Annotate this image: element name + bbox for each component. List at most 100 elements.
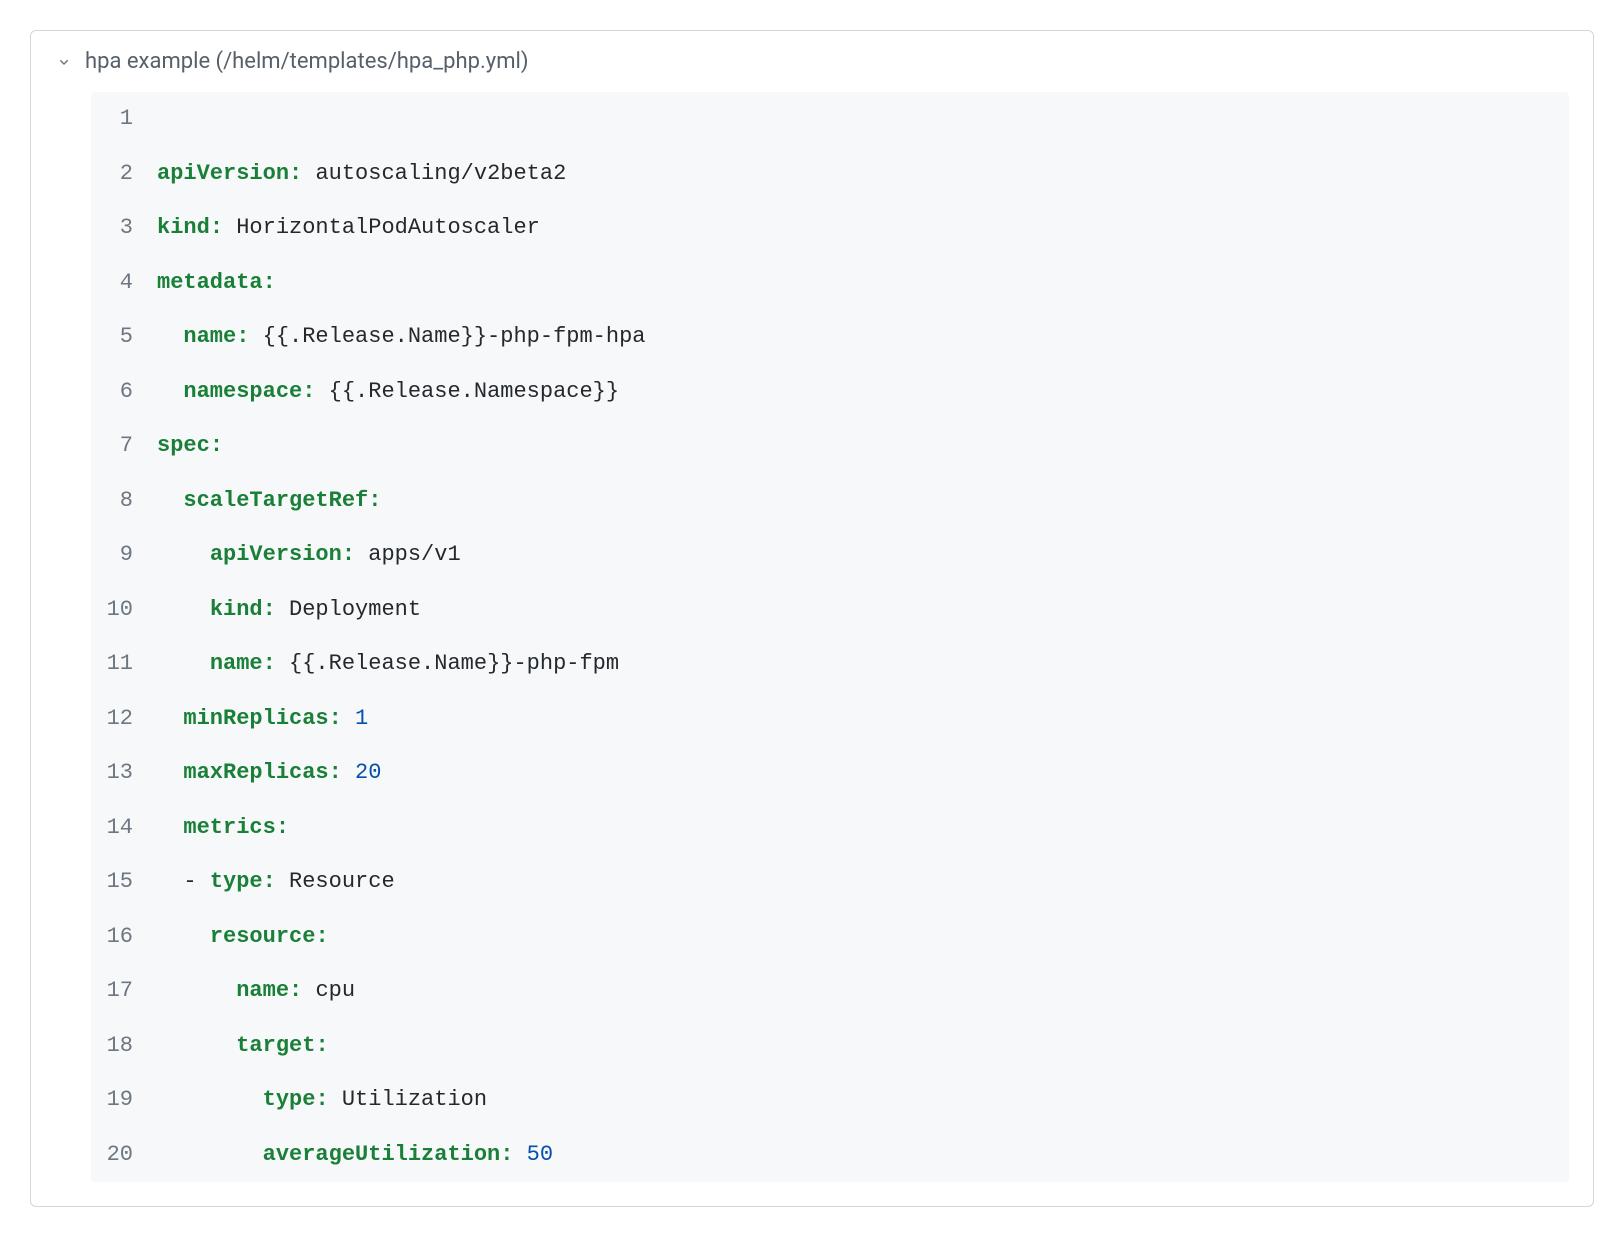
code-token (157, 978, 236, 1003)
code-token: scaleTargetRef (183, 488, 368, 513)
code-token (342, 760, 355, 785)
code-token (157, 379, 183, 404)
panel-header[interactable]: hpa example (/helm/templates/hpa_php.yml… (31, 31, 1593, 92)
code-row: 3kind: HorizontalPodAutoscaler (91, 201, 1569, 256)
code-line[interactable]: kind: HorizontalPodAutoscaler (147, 201, 1569, 256)
code-row: 2apiVersion: autoscaling/v2beta2 (91, 147, 1569, 202)
code-line[interactable]: apiVersion: apps/v1 (147, 528, 1569, 583)
code-row: 19 type: Utilization (91, 1073, 1569, 1128)
code-row: 14 metrics: (91, 801, 1569, 856)
code-token: : (342, 542, 355, 567)
code-token: : (236, 324, 249, 349)
code-row: 10 kind: Deployment (91, 583, 1569, 638)
code-line[interactable]: name: cpu (147, 964, 1569, 1019)
code-token: HorizontalPodAutoscaler (236, 215, 540, 240)
code-token: Utilization (342, 1087, 487, 1112)
line-number: 19 (91, 1073, 147, 1128)
code-row: 6 namespace: {{.Release.Namespace}} (91, 365, 1569, 420)
code-line[interactable]: scaleTargetRef: (147, 474, 1569, 529)
code-row: 20 averageUtilization: 50 (91, 1128, 1569, 1183)
code-token: : (315, 924, 328, 949)
line-number: 4 (91, 256, 147, 311)
code-token: maxReplicas (183, 760, 328, 785)
code-line[interactable] (147, 92, 1569, 147)
code-token: : (315, 1033, 328, 1058)
code-line[interactable]: name: {{.Release.Name}}-php-fpm-hpa (147, 310, 1569, 365)
code-token (355, 542, 368, 567)
code-token: Resource (289, 869, 395, 894)
code-token: apps/v1 (368, 542, 460, 567)
code-token (157, 760, 183, 785)
code-line[interactable]: target: (147, 1019, 1569, 1074)
code-token: : (263, 651, 276, 676)
code-token: 1 (355, 706, 368, 731)
code-line[interactable]: apiVersion: autoscaling/v2beta2 (147, 147, 1569, 202)
code-token: name (210, 651, 263, 676)
code-token (157, 651, 210, 676)
code-token: kind (210, 597, 263, 622)
code-token (157, 324, 183, 349)
code-token (276, 869, 289, 894)
code-row: 5 name: {{.Release.Name}}-php-fpm-hpa (91, 310, 1569, 365)
code-block: 1 2apiVersion: autoscaling/v2beta23kind:… (91, 92, 1569, 1182)
code-token: 50 (527, 1142, 553, 1167)
code-line[interactable]: metadata: (147, 256, 1569, 311)
code-line[interactable]: name: {{.Release.Name}}-php-fpm (147, 637, 1569, 692)
code-line[interactable]: averageUtilization: 50 (147, 1128, 1569, 1183)
code-row: 15 - type: Resource (91, 855, 1569, 910)
code-token (223, 215, 236, 240)
code-token: type (210, 869, 263, 894)
code-line[interactable]: maxReplicas: 20 (147, 746, 1569, 801)
code-token (157, 488, 183, 513)
code-token (157, 706, 183, 731)
code-token: {{.Release.Namespace}} (329, 379, 619, 404)
code-token: : (289, 978, 302, 1003)
code-line[interactable]: spec: (147, 419, 1569, 474)
code-token: : (302, 379, 315, 404)
line-number: 6 (91, 365, 147, 420)
code-row: 7spec: (91, 419, 1569, 474)
code-token: Deployment (289, 597, 421, 622)
code-token: spec (157, 433, 210, 458)
chevron-down-icon (55, 53, 73, 71)
code-token (315, 379, 328, 404)
line-number: 15 (91, 855, 147, 910)
code-line[interactable]: minReplicas: 1 (147, 692, 1569, 747)
code-token: : (289, 161, 302, 186)
code-line[interactable]: kind: Deployment (147, 583, 1569, 638)
code-token: resource (210, 924, 316, 949)
line-number: 20 (91, 1128, 147, 1183)
code-row: 17 name: cpu (91, 964, 1569, 1019)
code-token: metadata (157, 270, 263, 295)
line-number: 11 (91, 637, 147, 692)
code-token (276, 597, 289, 622)
code-token: : (276, 815, 289, 840)
code-token (249, 324, 262, 349)
code-line[interactable]: namespace: {{.Release.Namespace}} (147, 365, 1569, 420)
code-line[interactable]: type: Utilization (147, 1073, 1569, 1128)
line-number: 14 (91, 801, 147, 856)
code-token: averageUtilization (263, 1142, 501, 1167)
code-token: : (315, 1087, 328, 1112)
code-token: : (210, 433, 223, 458)
code-token (157, 1087, 263, 1112)
code-token (329, 1087, 342, 1112)
code-token (157, 869, 183, 894)
code-token (513, 1142, 526, 1167)
code-line[interactable]: resource: (147, 910, 1569, 965)
line-number: 7 (91, 419, 147, 474)
code-line[interactable]: - type: Resource (147, 855, 1569, 910)
code-token (302, 161, 315, 186)
code-token: minReplicas (183, 706, 328, 731)
code-token: : (263, 597, 276, 622)
code-row: 12 minReplicas: 1 (91, 692, 1569, 747)
line-number: 10 (91, 583, 147, 638)
code-row: 11 name: {{.Release.Name}}-php-fpm (91, 637, 1569, 692)
code-token: name (236, 978, 289, 1003)
code-token: : (210, 215, 223, 240)
code-token: autoscaling/v2beta2 (315, 161, 566, 186)
collapsible-panel: hpa example (/helm/templates/hpa_php.yml… (30, 30, 1594, 1207)
code-token: cpu (315, 978, 355, 1003)
code-token: metrics (183, 815, 275, 840)
code-line[interactable]: metrics: (147, 801, 1569, 856)
